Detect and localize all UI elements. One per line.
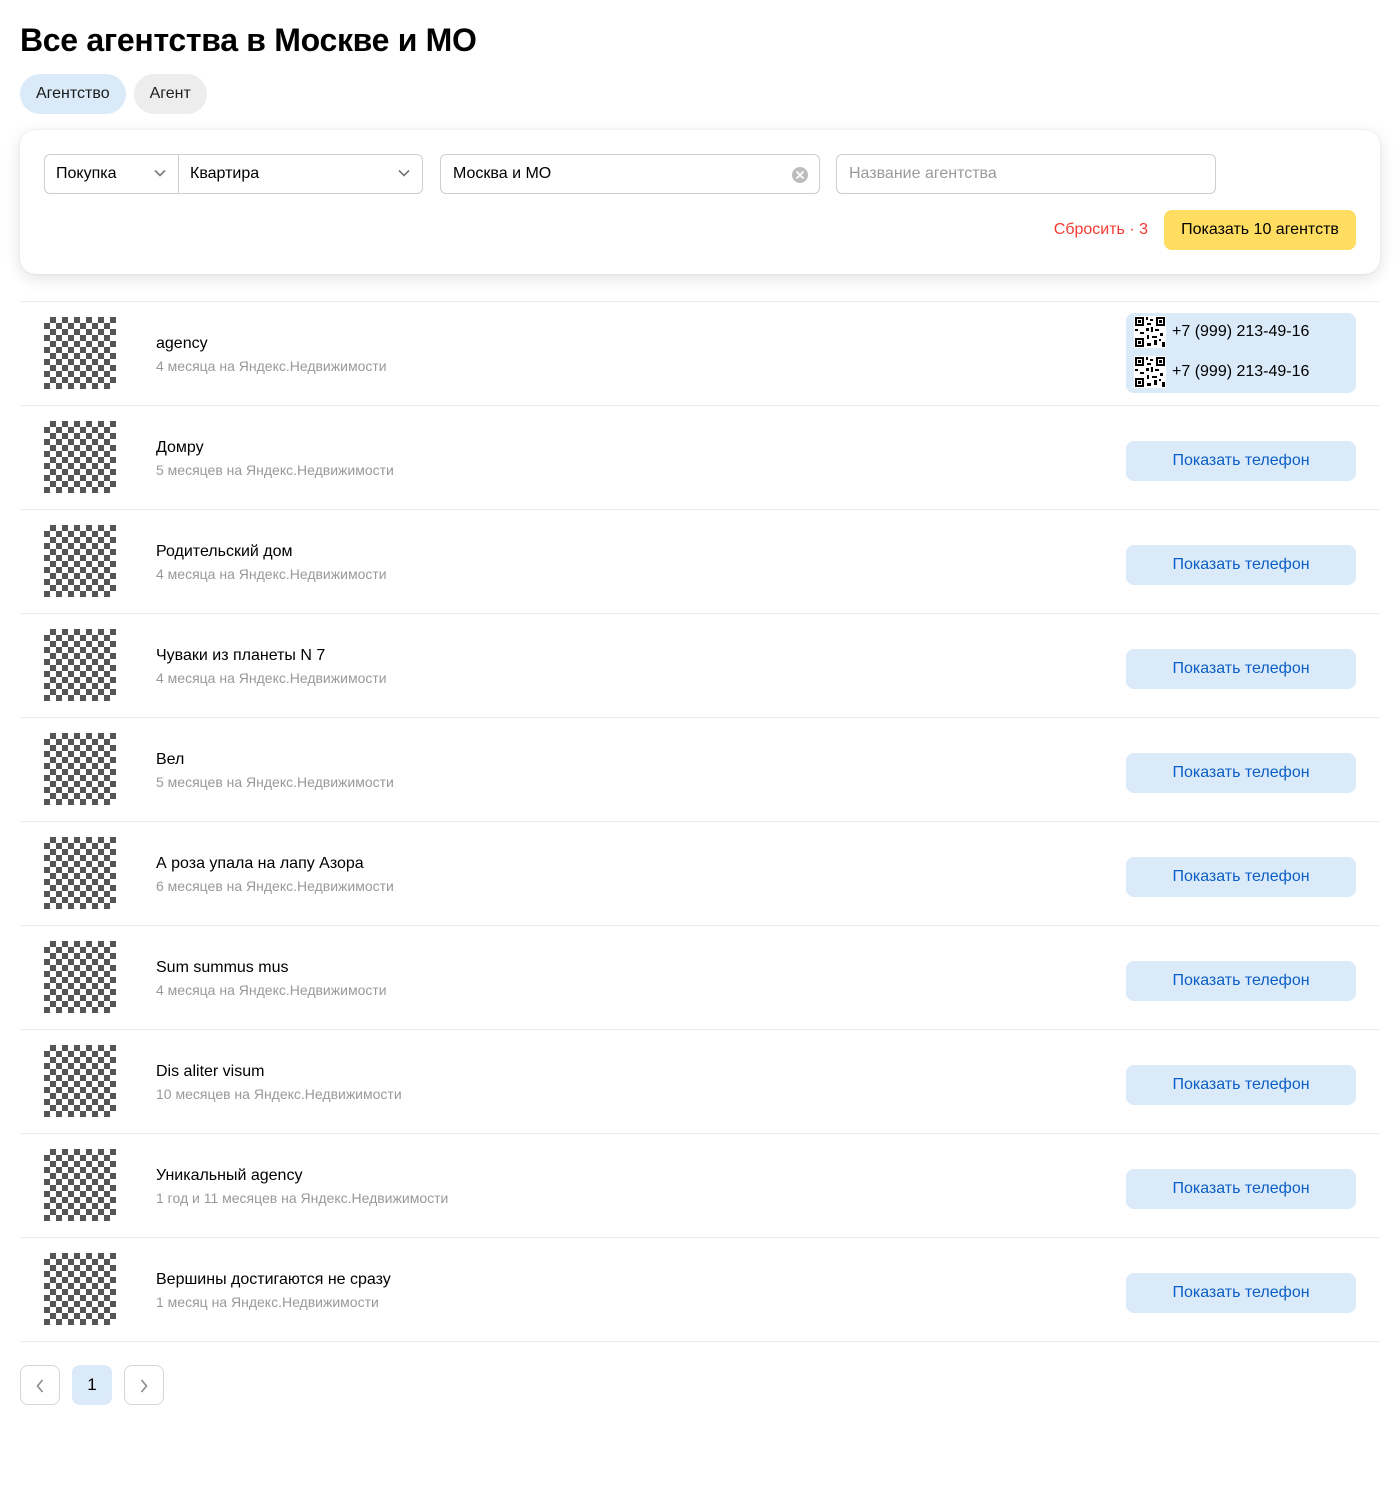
agency-logo[interactable]	[44, 1149, 116, 1221]
chevron-left-icon	[36, 1379, 44, 1393]
agency-meta: 4 месяца на Яндекс.Недвижимости	[156, 358, 387, 374]
agency-meta: 5 месяцев на Яндекс.Недвижимости	[156, 462, 394, 478]
geo-value: Москва и МО	[453, 165, 552, 182]
show-phone-button[interactable]: Показать телефон	[1126, 1065, 1356, 1105]
agency-meta: 1 месяц на Яндекс.Недвижимости	[156, 1294, 379, 1310]
list-item: Уникальный agency 1 год и 11 месяцев на …	[20, 1134, 1380, 1238]
prev-page-button[interactable]	[20, 1365, 60, 1405]
phone-line[interactable]: +7 (999) 213-49-16	[1134, 356, 1309, 388]
list-item: Dis aliter visum 10 месяцев на Яндекс.Не…	[20, 1030, 1380, 1134]
type-tabs: Агентство Агент	[20, 74, 207, 114]
tab-agency[interactable]: Агентство	[20, 74, 126, 114]
property-type-value: Квартира	[190, 165, 260, 182]
list-item: Домру 5 месяцев на Яндекс.Недвижимости П…	[20, 406, 1380, 510]
qr-code-icon	[1134, 356, 1166, 388]
agency-list: agency 4 месяца на Яндекс.Недвижимости +…	[20, 301, 1380, 1342]
chevron-right-icon	[140, 1379, 148, 1393]
show-results-button[interactable]: Показать 10 агентств	[1164, 210, 1356, 250]
agency-name[interactable]: Чуваки из планеты N 7	[156, 646, 325, 666]
agency-logo[interactable]	[44, 421, 116, 493]
agency-name[interactable]: Sum summus mus	[156, 958, 288, 978]
agency-meta: 10 месяцев на Яндекс.Недвижимости	[156, 1086, 402, 1102]
agency-meta: 5 месяцев на Яндекс.Недвижимости	[156, 774, 394, 790]
show-phone-button[interactable]: Показать телефон	[1126, 857, 1356, 897]
agency-logo[interactable]	[44, 525, 116, 597]
show-phone-button[interactable]: Показать телефон	[1126, 441, 1356, 481]
list-item: agency 4 месяца на Яндекс.Недвижимости +…	[20, 302, 1380, 406]
agency-name[interactable]: Вел	[156, 750, 184, 770]
show-phone-button[interactable]: Показать телефон	[1126, 649, 1356, 689]
agency-logo[interactable]	[44, 837, 116, 909]
agency-meta: 4 месяца на Яндекс.Недвижимости	[156, 982, 387, 998]
agency-logo[interactable]	[44, 629, 116, 701]
tab-agent[interactable]: Агент	[133, 74, 207, 114]
agency-name[interactable]: А роза упала на лапу Азора	[156, 854, 364, 874]
agency-name[interactable]: Уникальный agency	[156, 1166, 302, 1186]
agency-name[interactable]: Вершины достигаются не сразу	[156, 1270, 391, 1290]
show-phone-button[interactable]: Показать телефон	[1126, 1273, 1356, 1313]
chevron-down-icon	[398, 169, 410, 177]
show-phone-button[interactable]: Показать телефон	[1126, 1169, 1356, 1209]
agency-logo[interactable]	[44, 317, 116, 389]
deal-type-value: Покупка	[56, 165, 117, 182]
list-item: Вел 5 месяцев на Яндекс.Недвижимости Пок…	[20, 718, 1380, 822]
reset-filters-button[interactable]: Сбросить · 3	[1054, 210, 1148, 250]
qr-code-icon	[1134, 316, 1166, 348]
show-phone-button[interactable]: Показать телефон	[1126, 753, 1356, 793]
list-item: Родительский дом 4 месяца на Яндекс.Недв…	[20, 510, 1380, 614]
list-item: Sum summus mus 4 месяца на Яндекс.Недвиж…	[20, 926, 1380, 1030]
agency-logo[interactable]	[44, 1253, 116, 1325]
clear-icon[interactable]	[791, 166, 809, 184]
pagination: 1	[20, 1365, 164, 1405]
deal-type-select[interactable]: Покупка	[45, 155, 179, 193]
agency-meta: 4 месяца на Яндекс.Недвижимости	[156, 566, 387, 582]
page-button-current[interactable]: 1	[72, 1365, 112, 1405]
agency-meta: 1 год и 11 месяцев на Яндекс.Недвижимост…	[156, 1190, 449, 1206]
agency-name[interactable]: Домру	[156, 438, 204, 458]
page-title: Все агентства в Москве и МО	[20, 22, 477, 58]
phone-number: +7 (999) 213-49-16	[1172, 323, 1310, 340]
phone-number: +7 (999) 213-49-16	[1172, 363, 1310, 380]
next-page-button[interactable]	[124, 1365, 164, 1405]
agency-meta: 6 месяцев на Яндекс.Недвижимости	[156, 878, 394, 894]
agency-meta: 4 месяца на Яндекс.Недвижимости	[156, 670, 387, 686]
show-phone-button[interactable]: Показать телефон	[1126, 545, 1356, 585]
phone-box: +7 (999) 213-49-16 +7 (999) 213-49-16	[1126, 313, 1356, 393]
deal-property-select-group: Покупка Квартира	[44, 154, 423, 194]
list-item: Чуваки из планеты N 7 4 месяца на Яндекс…	[20, 614, 1380, 718]
filter-panel: Покупка Квартира Москва и МО Сбросить · …	[20, 130, 1380, 274]
list-item: А роза упала на лапу Азора 6 месяцев на …	[20, 822, 1380, 926]
agency-logo[interactable]	[44, 733, 116, 805]
phone-line[interactable]: +7 (999) 213-49-16	[1134, 316, 1309, 348]
geo-input[interactable]: Москва и МО	[440, 154, 820, 194]
agency-name-input[interactable]	[836, 154, 1216, 194]
agency-name[interactable]: Родительский дом	[156, 542, 293, 562]
show-phone-button[interactable]: Показать телефон	[1126, 961, 1356, 1001]
chevron-down-icon	[154, 169, 166, 177]
agency-logo[interactable]	[44, 941, 116, 1013]
agency-logo[interactable]	[44, 1045, 116, 1117]
list-item: Вершины достигаются не сразу 1 месяц на …	[20, 1238, 1380, 1342]
property-type-select[interactable]: Квартира	[179, 155, 422, 193]
agency-name[interactable]: Dis aliter visum	[156, 1062, 264, 1082]
agency-name[interactable]: agency	[156, 334, 208, 354]
